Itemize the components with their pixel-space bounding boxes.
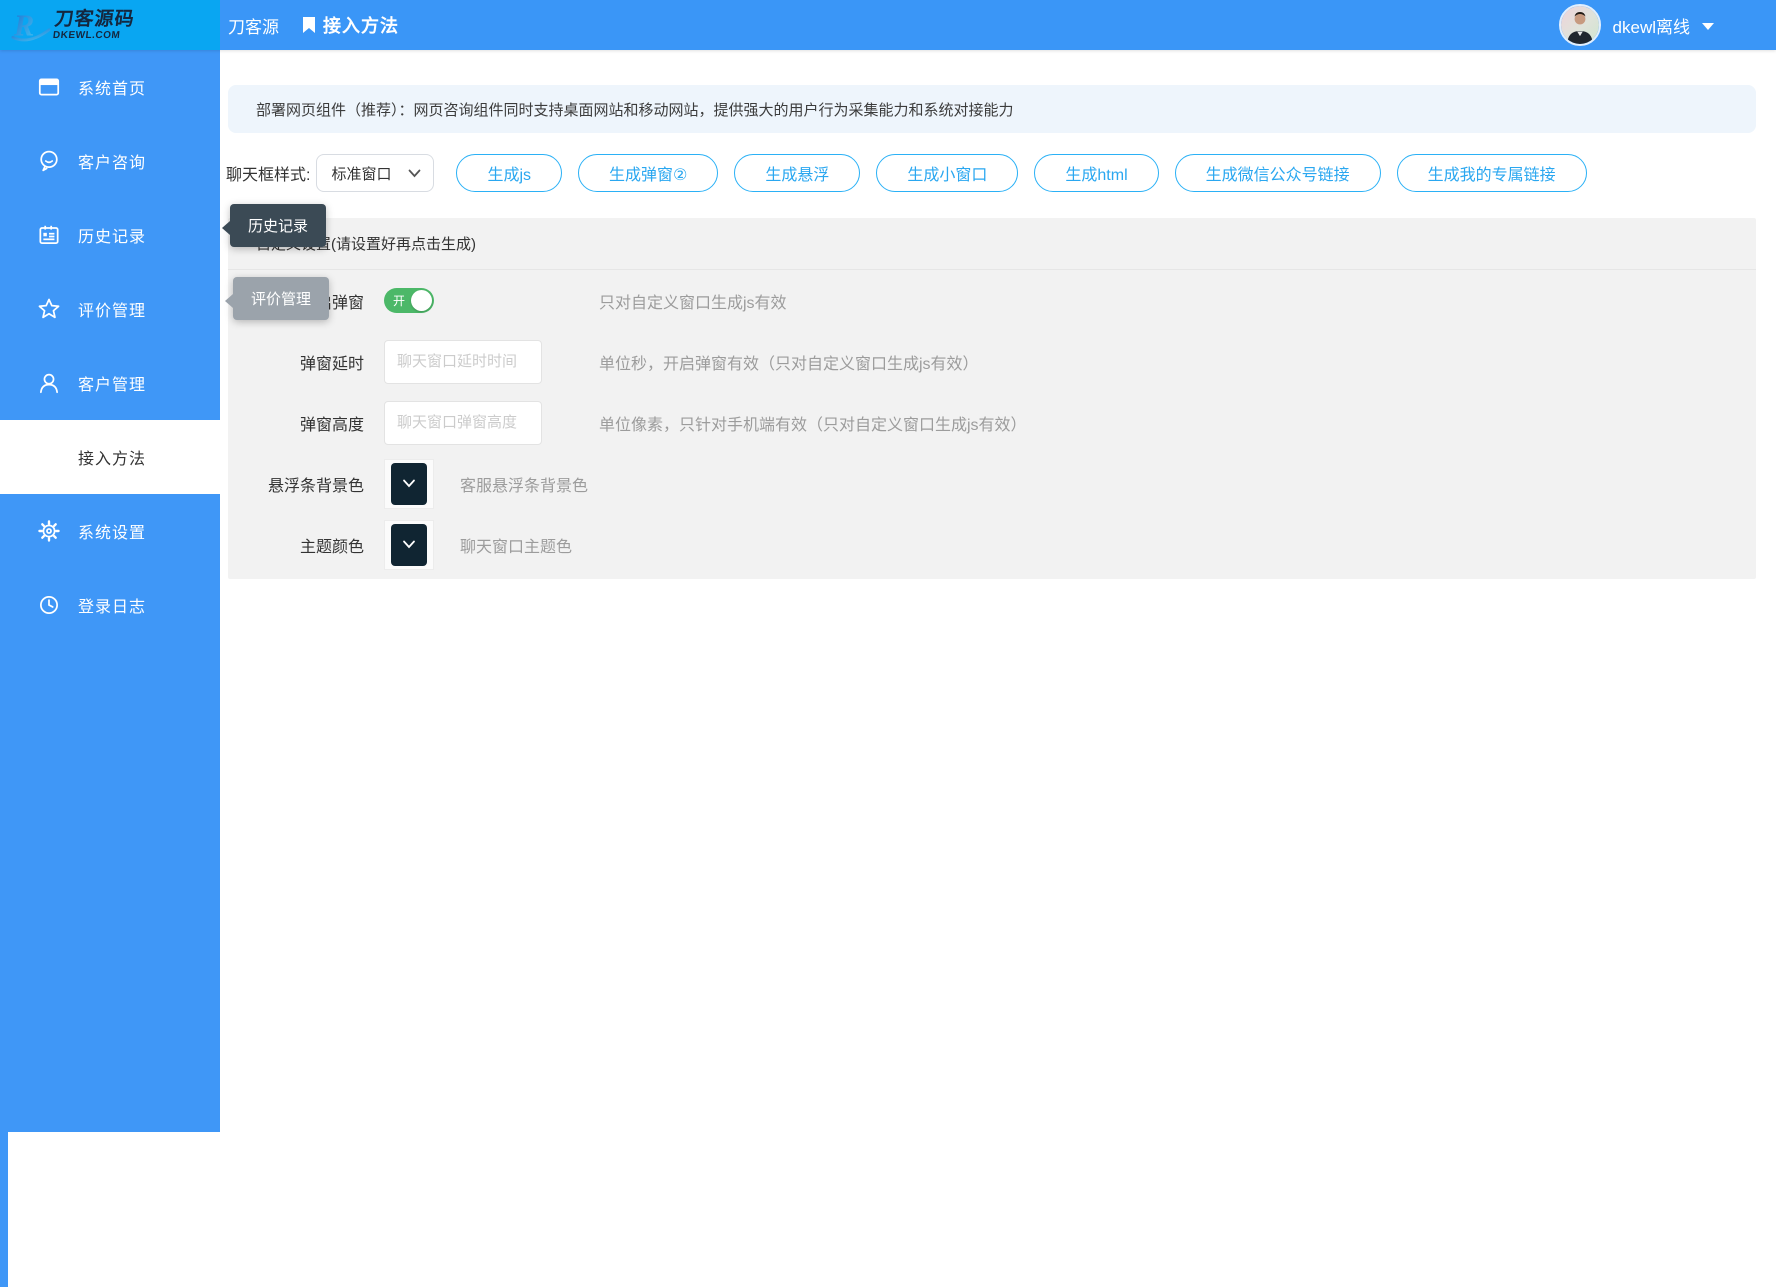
brand-name: 刀客源码 [54, 10, 136, 29]
form-row-popup-delay: 弹窗延时 单位秒，开启弹窗有效（只对自定义窗口生成js有效） [228, 331, 1756, 392]
tooltip-reviews: 评价管理 [233, 277, 329, 320]
row-hint: 客服悬浮条背景色 [460, 472, 588, 496]
sidebar-item-label: 接入方法 [78, 445, 146, 469]
sidebar-item-reviews[interactable]: 评价管理 [0, 272, 220, 346]
sidebar-item-label: 历史记录 [78, 223, 146, 247]
brand-mark-icon: R [10, 5, 52, 45]
chat-style-select[interactable]: 标准窗口 [316, 154, 434, 192]
popup-height-input[interactable] [384, 401, 542, 445]
row-label: 悬浮条背景色 [228, 472, 364, 496]
row-label: 主题颜色 [228, 533, 364, 557]
row-hint: 聊天窗口主题色 [460, 533, 572, 557]
history-icon [34, 220, 64, 250]
settings-panel: 自定义设置(请设置好再点击生成) 开启弹窗 开 只对自定义窗口生成js有效 弹窗… [228, 218, 1756, 579]
color-swatch [391, 463, 427, 505]
user-icon [34, 368, 64, 398]
window-icon [34, 72, 64, 102]
sidebar-item-label: 系统设置 [78, 519, 146, 543]
sidebar: 系统首页 客户咨询 历史记录 [0, 50, 220, 1132]
sidebar-item-settings[interactable]: 系统设置 [0, 494, 220, 568]
sidebar-item-label: 客户咨询 [78, 149, 146, 173]
form-row-popup-toggle: 开启弹窗 开 只对自定义窗口生成js有效 [228, 270, 1756, 331]
breadcrumb: 接入方法 [301, 12, 399, 38]
generate-small-window-button[interactable]: 生成小窗口 [876, 154, 1018, 192]
logo[interactable]: R 刀客源码 DKEWL.COM [0, 0, 220, 50]
sidebar-item-consult[interactable]: 客户咨询 [0, 124, 220, 198]
sidebar-item-customers[interactable]: 客户管理 [0, 346, 220, 420]
generate-popup-button[interactable]: 生成弹窗② [578, 154, 718, 192]
generate-buttons: 生成js 生成弹窗② 生成悬浮 生成小窗口 生成html 生成微信公众号链接 生… [456, 154, 1586, 192]
brand-domain: DKEWL.COM [52, 31, 133, 41]
sidebar-item-label: 评价管理 [78, 297, 146, 321]
chevron-down-icon [402, 479, 416, 488]
chevron-down-icon [402, 540, 416, 549]
row-hint: 只对自定义窗口生成js有效 [599, 289, 787, 313]
generate-js-button[interactable]: 生成js [456, 154, 562, 192]
theme-color-picker[interactable] [384, 520, 434, 570]
generate-wechat-link-button[interactable]: 生成微信公众号链接 [1175, 154, 1381, 192]
floatbar-color-picker[interactable] [384, 459, 434, 509]
bookmark-icon [301, 16, 317, 34]
row-hint: 单位秒，开启弹窗有效（只对自定义窗口生成js有效） [599, 350, 979, 374]
notice-text: 部署网页组件（推荐）：网页咨询组件同时支持桌面网站和移动网站，提供强大的用户行为… [256, 99, 1014, 120]
sidebar-edge-strip [0, 1132, 8, 1287]
popup-delay-input[interactable] [384, 340, 542, 384]
row-hint: 单位像素，只针对手机端有效（只对自定义窗口生成js有效） [599, 411, 1027, 435]
gear-icon [34, 516, 64, 546]
generate-html-button[interactable]: 生成html [1034, 154, 1158, 192]
toggle-knob [411, 290, 432, 311]
clock-icon [34, 590, 64, 620]
row-label: 弹窗延时 [228, 350, 364, 374]
star-icon [34, 294, 64, 324]
page-title: 接入方法 [323, 12, 399, 38]
popup-toggle[interactable]: 开 [384, 288, 434, 313]
sidebar-item-home[interactable]: 系统首页 [0, 50, 220, 124]
chevron-down-icon [408, 169, 421, 178]
sidebar-item-label: 登录日志 [78, 593, 146, 617]
chat-icon [34, 146, 64, 176]
main-content: 部署网页组件（推荐）：网页咨询组件同时支持桌面网站和移动网站，提供强大的用户行为… [220, 50, 1776, 1287]
form-row-theme-color: 主题颜色 聊天窗口主题色 [228, 514, 1756, 575]
sidebar-item-access-method[interactable]: 接入方法 [0, 420, 220, 494]
top-bar: R 刀客源码 DKEWL.COM 刀客源 接入方法 [0, 0, 1776, 50]
caret-down-icon [1702, 23, 1714, 30]
sidebar-item-login-logs[interactable]: 登录日志 [0, 568, 220, 642]
user-menu[interactable]: dkewl离线 [1559, 4, 1776, 46]
form-row-popup-height: 弹窗高度 单位像素，只针对手机端有效（只对自定义窗口生成js有效） [228, 392, 1756, 453]
chat-style-label: 聊天框样式: [226, 161, 310, 185]
sidebar-item-label: 客户管理 [78, 371, 146, 395]
form-row-floatbar-color: 悬浮条背景色 客服悬浮条背景色 [228, 453, 1756, 514]
sidebar-item-label: 系统首页 [78, 75, 146, 99]
color-swatch [391, 524, 427, 566]
avatar [1559, 4, 1601, 46]
toggle-on-label: 开 [393, 292, 405, 309]
sidebar-item-history[interactable]: 历史记录 [0, 198, 220, 272]
app-name: 刀客源 [228, 13, 279, 38]
user-name: dkewl离线 [1613, 13, 1690, 38]
tooltip-history: 历史记录 [230, 204, 326, 247]
chat-style-row: 聊天框样式: 标准窗口 生成js 生成弹窗② 生成悬浮 生成小窗口 生成html… [226, 153, 1756, 193]
generate-float-button[interactable]: 生成悬浮 [734, 154, 860, 192]
row-label: 弹窗高度 [228, 411, 364, 435]
generate-exclusive-link-button[interactable]: 生成我的专属链接 [1397, 154, 1587, 192]
panel-title: 自定义设置(请设置好再点击生成) [228, 218, 1756, 270]
notice-bar: 部署网页组件（推荐）：网页咨询组件同时支持桌面网站和移动网站，提供强大的用户行为… [228, 85, 1756, 133]
select-value: 标准窗口 [331, 163, 408, 184]
